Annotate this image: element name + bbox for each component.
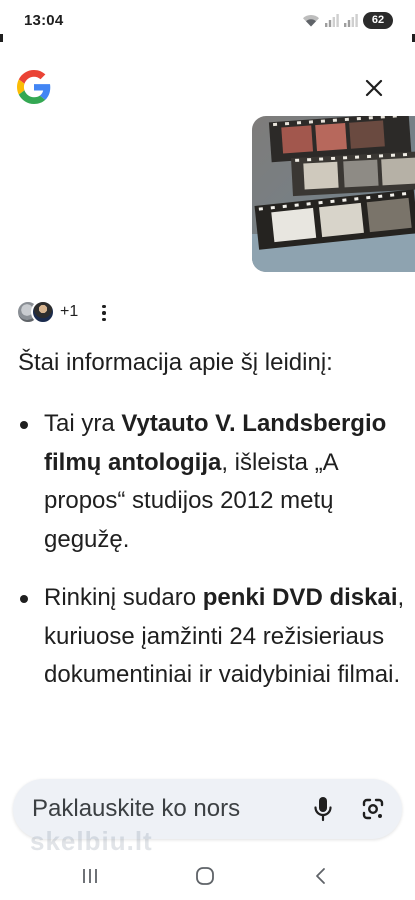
recents-button[interactable] bbox=[78, 864, 102, 888]
home-icon bbox=[196, 867, 214, 885]
signal-icon bbox=[325, 13, 339, 27]
status-bar: 13:04 62 bbox=[0, 0, 415, 40]
more-vert-icon[interactable] bbox=[96, 303, 112, 323]
home-button[interactable] bbox=[193, 864, 217, 888]
sources-row[interactable]: +1 bbox=[16, 299, 78, 325]
answer-bullet: Tai yra Vytauto V. Landsbergio filmų ant… bbox=[18, 405, 415, 559]
edge-mark bbox=[0, 34, 3, 42]
more-sources-count: +1 bbox=[60, 303, 79, 320]
ask-input[interactable] bbox=[32, 795, 292, 823]
system-nav-bar bbox=[0, 852, 415, 900]
recents-icon bbox=[83, 869, 97, 883]
signal-icon bbox=[344, 13, 358, 27]
wifi-icon bbox=[302, 13, 320, 27]
screen: 13:04 62 +1 Štai informacija apie šį lei… bbox=[0, 0, 415, 900]
answer-bullet: Rinkinį sudaro penki DVD diskai, kuriuos… bbox=[18, 579, 415, 695]
answer-bullets: Tai yra Vytauto V. Landsbergio filmų ant… bbox=[18, 405, 415, 715]
source-avatar bbox=[31, 300, 55, 324]
back-button[interactable] bbox=[309, 864, 333, 888]
answer-bullet-bold: penki DVD diskai bbox=[202, 584, 398, 611]
google-lens-icon bbox=[362, 798, 384, 820]
status-icons: 62 bbox=[302, 11, 393, 29]
back-icon bbox=[316, 868, 325, 884]
mic-icon bbox=[314, 797, 332, 822]
battery-icon: 62 bbox=[363, 11, 393, 29]
close-icon bbox=[365, 79, 383, 97]
query-image-thumbnail[interactable] bbox=[252, 116, 415, 272]
answer-intro: Štai informacija apie šį leidinį: bbox=[18, 349, 333, 376]
google-logo bbox=[17, 70, 51, 104]
status-time: 13:04 bbox=[24, 12, 64, 29]
mic-button[interactable] bbox=[309, 794, 337, 824]
lens-button[interactable] bbox=[358, 794, 388, 824]
film-strips-photo bbox=[252, 116, 415, 272]
close-button[interactable] bbox=[358, 72, 390, 104]
